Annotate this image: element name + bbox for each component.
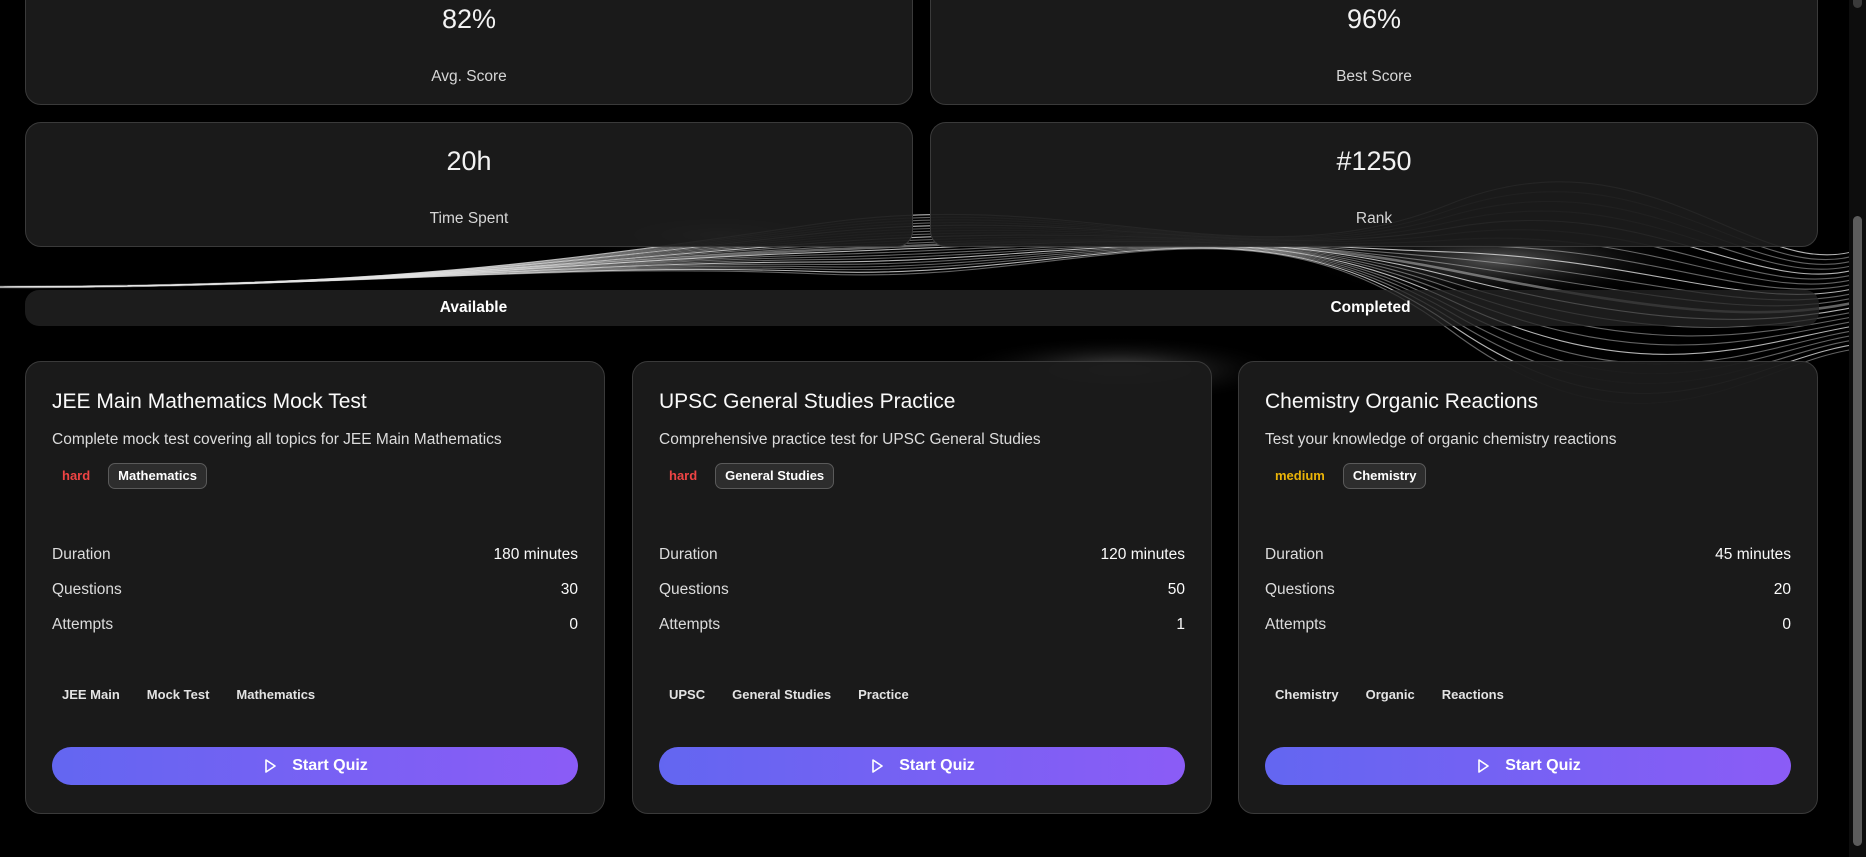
stat-value: 96% (1346, 4, 1402, 34)
detail-value: 0 (569, 616, 578, 633)
stat-card-best-score: 96% Best Score (930, 0, 1818, 105)
detail-label: Questions (659, 581, 729, 598)
quiz-card: JEE Main Mathematics Mock Test Complete … (25, 361, 605, 814)
detail-value: 20 (1773, 581, 1791, 598)
page-scrollbar[interactable] (1849, 0, 1866, 857)
tab-available[interactable]: Available (25, 290, 922, 326)
scrollbar-thumb[interactable] (1853, 216, 1862, 846)
tag-row: Chemistry Organic Reactions (1265, 683, 1514, 707)
detail-value: 30 (560, 581, 578, 598)
detail-attempts: Attempts 1 (659, 616, 1185, 636)
tag: General Studies (732, 687, 832, 702)
subject-badge: General Studies (715, 463, 835, 489)
stat-label: Avg. Score (431, 68, 507, 85)
detail-label: Duration (52, 546, 111, 563)
quiz-card: UPSC General Studies Practice Comprehens… (632, 361, 1212, 814)
tag: Mathematics (236, 687, 316, 702)
tab-completed[interactable]: Completed (922, 290, 1819, 326)
detail-attempts: Attempts 0 (52, 616, 578, 636)
detail-label: Attempts (1265, 616, 1327, 633)
tag: JEE Main (62, 687, 120, 702)
detail-value: 0 (1782, 616, 1791, 633)
stat-value: 20h (446, 146, 492, 176)
tag: Chemistry (1275, 687, 1339, 702)
tag: Mock Test (146, 687, 210, 702)
stat-card-avg-score: 82% Avg. Score (25, 0, 913, 105)
detail-label: Attempts (52, 616, 114, 633)
stats-grid: 82% Avg. Score 96% Best Score 20h Time S… (0, 0, 1866, 250)
stat-label: Best Score (1336, 68, 1412, 85)
detail-value: 45 minutes (1715, 546, 1791, 563)
quiz-description: Test your knowledge of organic chemistry… (1265, 431, 1617, 448)
detail-label: Questions (1265, 581, 1335, 598)
start-quiz-label: Start Quiz (1505, 757, 1581, 774)
tag: Practice (858, 687, 909, 702)
play-icon (872, 759, 884, 773)
detail-value: 50 (1167, 581, 1185, 598)
difficulty-badge: medium (1275, 468, 1325, 483)
tag: UPSC (669, 687, 706, 702)
badge-row: hard General Studies (659, 463, 835, 489)
detail-value: 1 (1176, 616, 1185, 633)
start-quiz-button[interactable]: Start Quiz (1265, 747, 1791, 785)
detail-value: 120 minutes (1100, 546, 1185, 563)
play-icon (1478, 759, 1490, 773)
stat-label: Time Spent (429, 210, 509, 227)
detail-questions: Questions 50 (659, 581, 1185, 601)
start-quiz-button[interactable]: Start Quiz (659, 747, 1185, 785)
badge-row: hard Mathematics (52, 463, 207, 489)
quiz-title: JEE Main Mathematics Mock Test (52, 390, 367, 413)
detail-duration: Duration 45 minutes (1265, 546, 1791, 566)
play-icon (265, 759, 277, 773)
subject-badge: Mathematics (108, 463, 207, 489)
badge-row: medium Chemistry (1265, 463, 1427, 489)
detail-duration: Duration 120 minutes (659, 546, 1185, 566)
tag: Reactions (1441, 687, 1504, 702)
difficulty-badge: hard (669, 468, 698, 483)
stat-value: 82% (441, 4, 497, 34)
detail-label: Duration (1265, 546, 1324, 563)
stat-label: Rank (1355, 210, 1393, 227)
start-quiz-label: Start Quiz (899, 757, 975, 774)
stat-card-rank: #1250 Rank (930, 122, 1818, 247)
subject-badge: Chemistry (1342, 463, 1427, 489)
detail-value: 180 minutes (493, 546, 578, 563)
tag: Organic (1365, 687, 1415, 702)
quiz-card: Chemistry Organic Reactions Test your kn… (1238, 361, 1818, 814)
detail-label: Duration (659, 546, 718, 563)
stat-card-time-spent: 20h Time Spent (25, 122, 913, 247)
start-quiz-button[interactable]: Start Quiz (52, 747, 578, 785)
difficulty-badge: hard (62, 468, 91, 483)
detail-label: Questions (52, 581, 122, 598)
quiz-title: Chemistry Organic Reactions (1265, 390, 1539, 413)
tag-row: JEE Main Mock Test Mathematics (52, 683, 325, 707)
quiz-title: UPSC General Studies Practice (659, 390, 956, 413)
detail-attempts: Attempts 0 (1265, 616, 1791, 636)
detail-duration: Duration 180 minutes (52, 546, 578, 566)
quiz-description: Comprehensive practice test for UPSC Gen… (659, 431, 1041, 448)
detail-questions: Questions 20 (1265, 581, 1791, 601)
tag-row: UPSC General Studies Practice (659, 683, 919, 707)
scrollbar-top-arrow[interactable] (1853, 0, 1862, 8)
detail-questions: Questions 30 (52, 581, 578, 601)
start-quiz-label: Start Quiz (292, 757, 368, 774)
quiz-description: Complete mock test covering all topics f… (52, 431, 502, 448)
detail-label: Attempts (659, 616, 721, 633)
stat-value: #1250 (1336, 146, 1412, 176)
quiz-tabs: Available Completed (25, 290, 1819, 326)
